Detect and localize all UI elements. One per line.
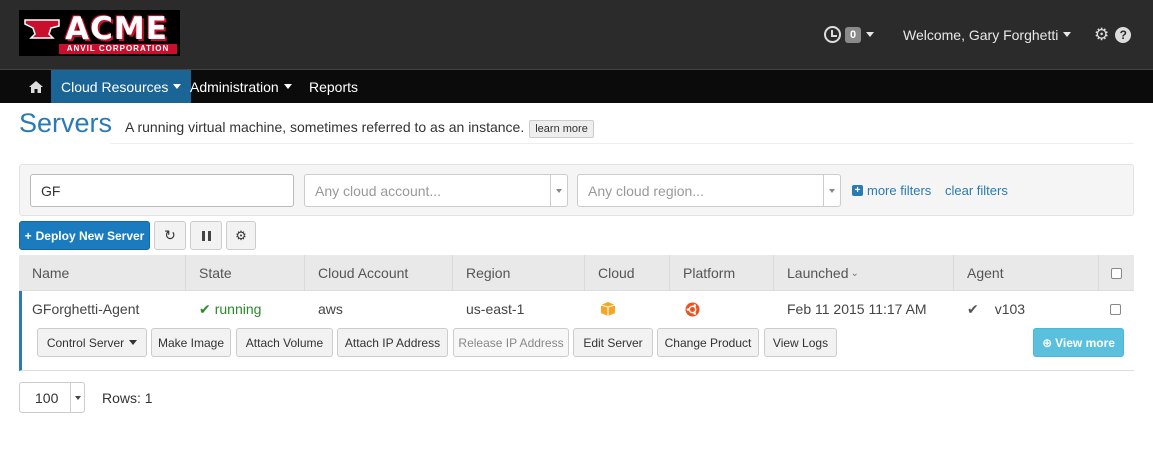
release-ip-address-button: Release IP Address [453, 328, 569, 357]
chevron-down-icon [823, 175, 840, 206]
nav-label: Administration [190, 78, 279, 95]
select-all-checkbox[interactable] [1111, 267, 1122, 279]
sort-desc-icon: ⌄ [850, 267, 859, 279]
plus-icon: + [24, 228, 32, 243]
col-cloud-account[interactable]: Cloud Account [305, 255, 453, 291]
control-server-label: Control Server [46, 335, 125, 350]
control-server-button[interactable]: Control Server [37, 328, 147, 357]
view-more-label: View more [1055, 335, 1115, 350]
search-input[interactable]: GF [30, 174, 294, 207]
page-header: Servers A running virtual machine, somet… [19, 108, 594, 139]
nav-cloud-resources[interactable]: Cloud Resources [51, 70, 192, 103]
state-label: running [214, 301, 262, 317]
deploy-new-server-button[interactable]: + Deploy New Server [19, 221, 150, 250]
server-launched: Feb 11 2015 11:17 AM [787, 301, 927, 317]
attach-ip-address-button[interactable]: Attach IP Address [337, 328, 448, 357]
edit-server-button[interactable]: Edit Server [573, 328, 653, 357]
server-state: ✔ running [189, 291, 261, 327]
more-filters-link[interactable]: + more filters [852, 183, 931, 198]
table-row[interactable]: GForghetti-Agent ✔ running aws us-east-1… [19, 291, 1134, 327]
page-subtitle: A running virtual machine, sometimes ref… [125, 119, 525, 135]
nav-label: Reports [309, 78, 359, 95]
chevron-down-icon [129, 340, 138, 345]
pause-button[interactable] [190, 221, 222, 250]
servers-table: Name State Cloud Account Region Cloud Pl… [19, 255, 1134, 371]
row-checkbox[interactable] [1110, 303, 1121, 315]
page-title: Servers [19, 108, 113, 138]
home-icon [29, 80, 43, 93]
divider [110, 143, 1134, 144]
col-region[interactable]: Region [453, 255, 585, 291]
plus-circle-icon: ⊕ [1042, 335, 1053, 350]
cloud-region-select[interactable]: Any cloud region... [577, 174, 841, 207]
col-platform[interactable]: Platform [670, 255, 774, 291]
row-checkbox-cell [1110, 291, 1121, 327]
user-menu[interactable]: Welcome, Gary Forghetti [903, 0, 1072, 69]
change-product-button[interactable]: Change Product [657, 328, 759, 357]
filter-bar: GF Any cloud account... Any cloud region… [19, 164, 1134, 216]
chevron-down-icon [866, 32, 875, 37]
view-more-button[interactable]: ⊕ View more [1033, 328, 1124, 357]
acme-logo[interactable]: ACME ANVIL CORPORATION [19, 10, 180, 56]
cloud-account-placeholder: Any cloud account... [315, 182, 442, 199]
attach-volume-button[interactable]: Attach Volume [236, 328, 333, 357]
brand-name: ACME [65, 11, 168, 47]
view-logs-button[interactable]: View Logs [764, 328, 837, 357]
cloud-region-placeholder: Any cloud region... [588, 182, 704, 199]
pause-icon [201, 230, 211, 241]
rows-count: Rows: 1 [102, 390, 153, 406]
refresh-icon: ↻ [164, 227, 176, 243]
aws-box-icon [588, 291, 616, 327]
server-name[interactable]: GForghetti-Agent [22, 291, 139, 327]
table-header: Name State Cloud Account Region Cloud Pl… [19, 255, 1134, 291]
chevron-down-icon [550, 175, 567, 206]
chevron-down-icon [1063, 32, 1072, 37]
chevron-down-icon [283, 84, 292, 89]
nav-reports[interactable]: Reports [299, 70, 368, 103]
select-all-cell [1099, 255, 1134, 291]
make-image-button[interactable]: Make Image [151, 328, 231, 357]
col-launched[interactable]: Launched ⌄ [774, 255, 954, 291]
col-agent[interactable]: Agent [954, 255, 1099, 291]
check-icon: ✔ [199, 300, 211, 317]
col-name[interactable]: Name [19, 255, 186, 291]
gear-icon: ⚙ [235, 227, 247, 243]
home-button[interactable] [22, 70, 50, 103]
nav-administration[interactable]: Administration [180, 70, 302, 103]
col-launched-label: Launched [787, 265, 849, 281]
help-icon[interactable]: ? [1115, 26, 1132, 43]
col-state[interactable]: State [186, 255, 305, 291]
brand-tagline: ANVIL CORPORATION [59, 44, 177, 54]
page-size-select[interactable]: 100 [19, 382, 85, 413]
ubuntu-icon [673, 291, 700, 327]
clock-icon [824, 26, 841, 43]
chevron-down-icon [70, 383, 84, 412]
more-filters-label: more filters [867, 183, 932, 198]
history-count-badge: 0 [845, 26, 862, 43]
welcome-text: Welcome, Gary Forghetti [903, 26, 1059, 43]
refresh-button[interactable]: ↻ [154, 221, 186, 250]
server-cloud-account: aws [318, 301, 343, 317]
page-size-value: 100 [35, 389, 59, 406]
main-nav: Cloud Resources Administration Reports [0, 69, 1153, 103]
nav-label: Cloud Resources [61, 78, 169, 95]
learn-more-button[interactable]: learn more [529, 120, 594, 138]
gear-icon[interactable]: ⚙ [1094, 25, 1109, 45]
cloud-account-select[interactable]: Any cloud account... [304, 174, 568, 207]
agent-version: v103 [994, 301, 1026, 317]
server-agent: ✔ v103 [957, 291, 1025, 327]
plus-square-icon: + [852, 185, 863, 196]
check-icon: ✔ [967, 300, 979, 317]
server-region: us-east-1 [466, 301, 525, 317]
history-menu[interactable]: 0 [824, 0, 875, 69]
row-actions: Control Server Make Image Attach Volume … [19, 327, 1134, 371]
deploy-label: Deploy New Server [35, 228, 145, 243]
table-settings-button[interactable]: ⚙ [226, 221, 256, 250]
col-cloud[interactable]: Cloud [585, 255, 670, 291]
clear-filters-link[interactable]: clear filters [945, 183, 1008, 198]
top-bar: ACME ANVIL CORPORATION 0 Welcome, Gary F… [0, 0, 1153, 69]
top-tools: ⚙ ? [1094, 0, 1132, 69]
